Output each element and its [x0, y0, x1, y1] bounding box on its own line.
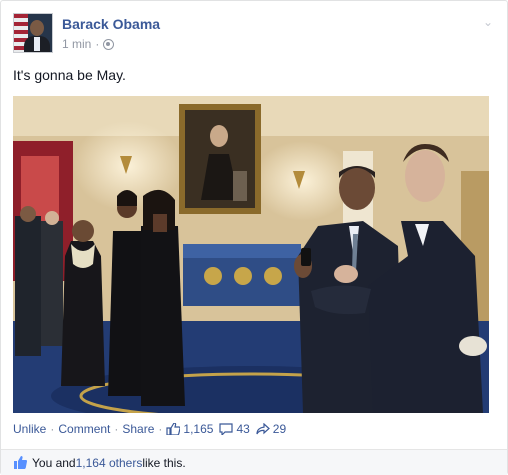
action-separator: · — [158, 422, 163, 436]
post-photo[interactable] — [13, 96, 489, 413]
likes-summary: You and 1,164 others like this. — [1, 449, 507, 475]
avatar-head — [30, 20, 44, 36]
thumbs-up-icon[interactable] — [166, 423, 181, 435]
globe-icon[interactable] — [103, 38, 115, 50]
likes-others-link[interactable]: 1,164 others — [76, 456, 143, 470]
post-meta: 1 min · — [62, 37, 115, 51]
like-count[interactable]: 1,165 — [183, 422, 213, 436]
avatar[interactable] — [13, 13, 53, 53]
action-separator: · — [50, 422, 55, 436]
avatar-shirt — [34, 37, 40, 51]
action-separator: · — [114, 422, 119, 436]
share-icon[interactable] — [256, 423, 270, 435]
feed-post: Barack Obama 1 min · ⌄ It's gonna be May… — [0, 0, 508, 475]
post-header: Barack Obama 1 min · ⌄ — [13, 13, 497, 57]
status-text: It's gonna be May. — [13, 67, 126, 83]
meta-separator: · — [95, 37, 100, 51]
chevron-down-icon[interactable]: ⌄ — [481, 15, 495, 29]
likes-suffix: like this. — [142, 455, 186, 470]
likes-prefix: You and — [32, 455, 76, 470]
comment-count[interactable]: 43 — [236, 422, 249, 436]
comment-link[interactable]: Comment — [58, 422, 110, 436]
comment-icon[interactable] — [219, 423, 234, 435]
post-actions: Unlike · Comment · Share · 1,165 43 29 — [13, 422, 286, 436]
photo-icon — [13, 96, 489, 413]
share-count[interactable]: 29 — [273, 422, 286, 436]
unlike-link[interactable]: Unlike — [13, 422, 46, 436]
share-link[interactable]: Share — [122, 422, 154, 436]
thumbs-up-icon — [14, 456, 27, 469]
timestamp[interactable]: 1 min — [62, 37, 91, 51]
author-name[interactable]: Barack Obama — [62, 16, 160, 32]
